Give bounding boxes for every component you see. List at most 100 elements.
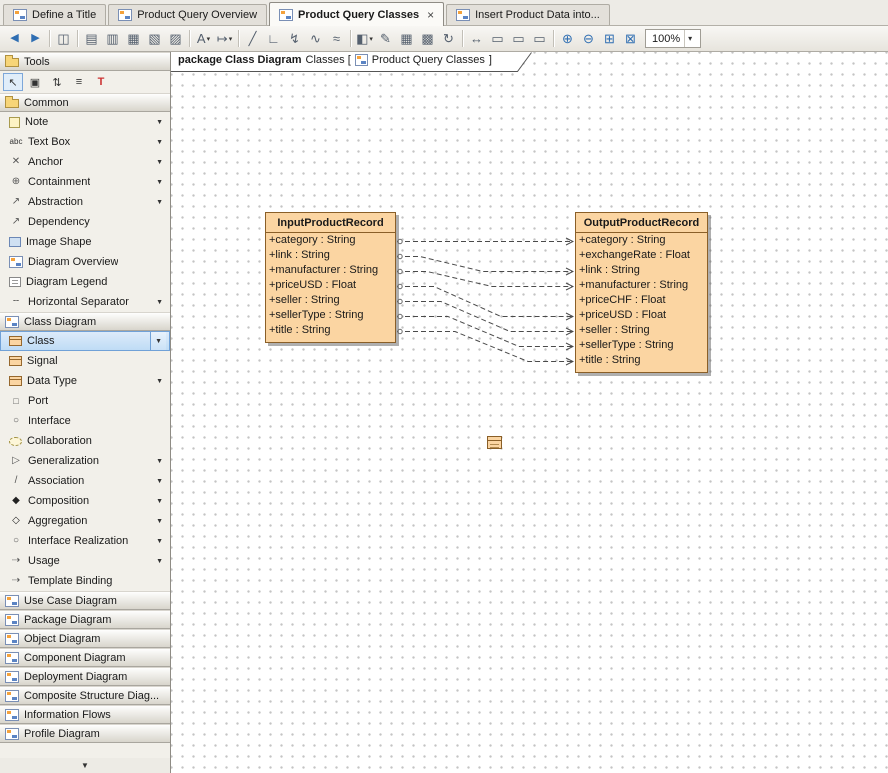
dropdown-caret-icon[interactable]: ▼ <box>156 478 167 485</box>
dropdown-caret-icon[interactable]: ▼ <box>156 139 167 146</box>
class-shape-outputproductrecord[interactable]: OutputProductRecord+category : String+ex… <box>575 212 708 373</box>
dropdown-caret-icon[interactable]: ▼ <box>156 199 167 206</box>
dropdown-caret-icon[interactable]: ▼ <box>156 558 167 565</box>
oblique-path-button[interactable]: ╱ <box>242 28 263 49</box>
diagram-frame-header[interactable]: package Class Diagram Classes [ Product … <box>171 52 533 72</box>
palette-item-anchor[interactable]: ✕Anchor▼ <box>0 152 170 172</box>
copy-diagram-button[interactable]: ▥ <box>102 28 123 49</box>
palette-item-image-shape[interactable]: Image Shape <box>0 232 170 252</box>
dropdown-caret-icon[interactable]: ▼ <box>156 498 167 505</box>
diagram-tab-product-query-overview[interactable]: Product Query Overview <box>108 4 267 25</box>
shape-tool-button[interactable]: ▣ <box>25 73 45 91</box>
palette-item-dependency[interactable]: ↗Dependency <box>0 212 170 232</box>
dropdown-caret-icon[interactable]: ▼ <box>156 159 167 166</box>
dropdown-caret-icon[interactable]: ▼ <box>156 299 167 306</box>
palette-group-tools[interactable]: Tools <box>0 52 170 71</box>
class-attribute[interactable]: +priceUSD : Float <box>266 278 395 293</box>
dropdown-caret-icon[interactable]: ▼ <box>156 119 167 126</box>
palette-group-profile-diagram[interactable]: Profile Diagram <box>0 724 170 743</box>
fill-color-button[interactable]: ◧▾ <box>354 28 375 49</box>
palette-group-composite-structure-diag[interactable]: Composite Structure Diag... <box>0 686 170 705</box>
palette-group-deployment-diagram[interactable]: Deployment Diagram <box>0 667 170 686</box>
tab-close-icon[interactable]: × <box>427 10 434 20</box>
palette-item-diagram-legend[interactable]: Diagram Legend <box>0 272 170 292</box>
separator-tool-button[interactable]: ≡ <box>69 73 89 91</box>
dropdown-caret-icon[interactable]: ▼ <box>156 179 167 186</box>
palette-item-note[interactable]: Note▼ <box>0 112 170 132</box>
back-button[interactable]: ◀ <box>4 28 25 49</box>
note-button[interactable]: A▾ <box>193 28 214 49</box>
class-attribute[interactable]: +seller : String <box>266 293 395 308</box>
class-attribute[interactable]: +manufacturer : String <box>576 278 707 293</box>
palette-group-component-diagram[interactable]: Component Diagram <box>0 648 170 667</box>
make-same-size-button[interactable]: ▭ <box>529 28 550 49</box>
palette-item-containment[interactable]: ⊕Containment▼ <box>0 172 170 192</box>
paste-button[interactable]: ▦ <box>123 28 144 49</box>
palette-scroll-down-button[interactable]: ▼ <box>0 758 170 773</box>
palette-group-object-diagram[interactable]: Object Diagram <box>0 629 170 648</box>
diagram-tab-insert-product-data-into[interactable]: Insert Product Data into... <box>446 4 610 25</box>
snap-to-grid-button[interactable]: ▩ <box>417 28 438 49</box>
palette-item-association[interactable]: /Association▼ <box>0 471 170 491</box>
palette-item-aggregation[interactable]: ◇Aggregation▼ <box>0 511 170 531</box>
class-attribute[interactable]: +category : String <box>576 233 707 248</box>
pointer-tool-button[interactable]: ↖ <box>3 73 23 91</box>
class-attribute[interactable]: +manufacturer : String <box>266 263 395 278</box>
palette-group-class-diagram[interactable]: Class Diagram <box>0 312 170 331</box>
class-attribute[interactable]: +title : String <box>576 353 707 368</box>
class-attribute[interactable]: +priceCHF : Float <box>576 293 707 308</box>
copy-button[interactable]: ▤ <box>81 28 102 49</box>
palette-item-template-binding[interactable]: ⇢Template Binding <box>0 571 170 591</box>
spline-path-button[interactable]: ≈ <box>326 28 347 49</box>
palette-item-generalization[interactable]: ▷Generalization▼ <box>0 451 170 471</box>
dependency-link-link[interactable] <box>397 257 573 272</box>
rectilinear-path-button[interactable]: ∟ <box>263 28 284 49</box>
class-attribute[interactable]: +exchangeRate : Float <box>576 248 707 263</box>
forward-button[interactable]: ▶ <box>25 28 46 49</box>
refresh-button[interactable]: ↻ <box>438 28 459 49</box>
zoom-level-combo[interactable]: 100%▾ <box>645 29 701 48</box>
print-diagram-button[interactable]: ▨ <box>165 28 186 49</box>
diagram-tab-product-query-classes[interactable]: Product Query Classes× <box>269 2 444 26</box>
make-same-width-button[interactable]: ▭ <box>487 28 508 49</box>
dropdown-caret-icon[interactable]: ▼ <box>150 332 166 350</box>
class-attribute[interactable]: +priceUSD : Float <box>576 308 707 323</box>
zoom-in-button[interactable]: ⊕ <box>557 28 578 49</box>
make-same-height-button[interactable]: ▭ <box>508 28 529 49</box>
anchor-button[interactable]: ↦▾ <box>214 28 235 49</box>
dropdown-caret-icon[interactable]: ▼ <box>156 378 167 385</box>
fit-in-window-button[interactable]: ⊞ <box>599 28 620 49</box>
class-attribute[interactable]: +category : String <box>266 233 395 248</box>
palette-item-port[interactable]: □Port <box>0 391 170 411</box>
zoom-selection-button[interactable]: ⊠ <box>620 28 641 49</box>
palette-group-common[interactable]: Common <box>0 93 170 112</box>
palette-item-usage[interactable]: ⇢Usage▼ <box>0 551 170 571</box>
palette-item-text-box[interactable]: abcText Box▼ <box>0 132 170 152</box>
dependency-link-manufacturer[interactable] <box>397 272 573 287</box>
palette-item-abstraction[interactable]: ↗Abstraction▼ <box>0 192 170 212</box>
palette-item-interface-realization[interactable]: ○Interface Realization▼ <box>0 531 170 551</box>
class-attribute[interactable]: +seller : String <box>576 323 707 338</box>
class-attribute[interactable]: +link : String <box>266 248 395 263</box>
combo-dropdown-icon[interactable]: ▾ <box>684 30 692 47</box>
diagram-canvas[interactable]: package Class Diagram Classes [ Product … <box>171 52 888 773</box>
class-attribute[interactable]: +sellerType : String <box>576 338 707 353</box>
dropdown-caret-icon[interactable]: ▼ <box>156 518 167 525</box>
zoom-out-button[interactable]: ⊖ <box>578 28 599 49</box>
dropdown-caret-icon[interactable]: ▼ <box>156 538 167 545</box>
curved-path-button[interactable]: ∿ <box>305 28 326 49</box>
class-attribute[interactable]: +sellerType : String <box>266 308 395 323</box>
palette-group-use-case-diagram[interactable]: Use Case Diagram <box>0 591 170 610</box>
palette-item-data-type[interactable]: Data Type▼ <box>0 371 170 391</box>
palette-group-package-diagram[interactable]: Package Diagram <box>0 610 170 629</box>
save-as-image-button[interactable]: ▧ <box>144 28 165 49</box>
palette-item-diagram-overview[interactable]: Diagram Overview <box>0 252 170 272</box>
palette-item-collaboration[interactable]: Collaboration <box>0 431 170 451</box>
palette-item-horizontal-separator[interactable]: ╌Horizontal Separator▼ <box>0 292 170 312</box>
make-preferred-size-button[interactable]: ↔ <box>466 28 487 49</box>
palette-item-interface[interactable]: ○Interface <box>0 411 170 431</box>
palette-item-composition[interactable]: ◆Composition▼ <box>0 491 170 511</box>
class-attribute[interactable]: +title : String <box>266 323 395 338</box>
select-in-containment-tree-button[interactable]: ◫ <box>53 28 74 49</box>
palette-group-information-flows[interactable]: Information Flows <box>0 705 170 724</box>
